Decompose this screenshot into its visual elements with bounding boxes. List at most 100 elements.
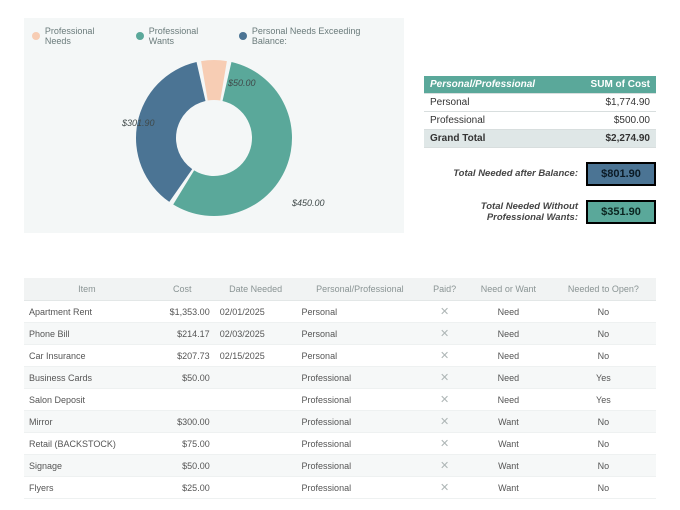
expenses-table: ItemCostDate NeededPersonal/Professional…: [24, 278, 656, 499]
total-without-wants-row: Total Needed Without Professional Wants:…: [424, 200, 656, 224]
cell-pp: Professional: [297, 389, 424, 411]
cell-nto: Yes: [551, 389, 656, 411]
table-row: Signage$50.00 Professional ✕ WantNo: [24, 455, 656, 477]
cell-date: 02/01/2025: [215, 301, 297, 323]
x-icon: ✕: [440, 415, 449, 428]
total-after-balance-label: Total Needed after Balance:: [453, 168, 578, 179]
total-after-balance-row: Total Needed after Balance: $801.90: [424, 162, 656, 186]
grand-total-label: Grand Total: [424, 130, 568, 148]
cell-item: Car Insurance: [24, 345, 150, 367]
cell-date: [215, 411, 297, 433]
cell-nto: No: [551, 455, 656, 477]
table-header: Paid?: [423, 278, 466, 301]
cell-nto: No: [551, 301, 656, 323]
cell-nw: Need: [466, 367, 551, 389]
cell-nw: Need: [466, 323, 551, 345]
cell-paid: ✕: [423, 389, 466, 411]
cell-date: 02/03/2025: [215, 323, 297, 345]
x-icon: ✕: [440, 459, 449, 472]
summary-header-left: Personal/Professional: [424, 76, 568, 94]
chart-legend: Professional Needs Professional Wants Pers…: [32, 26, 396, 46]
summary-row: Personal$1,774.90: [424, 94, 656, 112]
cell-pp: Professional: [297, 477, 424, 499]
legend-swatch: [32, 32, 40, 40]
cell-item: Phone Bill: [24, 323, 150, 345]
grand-total-value: $2,274.90: [568, 130, 656, 148]
cell-paid: ✕: [423, 367, 466, 389]
cell-nw: Want: [466, 455, 551, 477]
donut-chart-panel: Professional Needs Professional Wants Pers…: [24, 18, 404, 233]
cell-paid: ✕: [423, 345, 466, 367]
cell-nto: No: [551, 323, 656, 345]
legend-item: Professional Wants: [136, 26, 225, 46]
summary-row-value: $500.00: [568, 112, 656, 130]
cell-cost: $50.00: [150, 367, 215, 389]
legend-swatch: [136, 32, 144, 40]
cell-cost: $75.00: [150, 433, 215, 455]
cell-nto: Yes: [551, 367, 656, 389]
total-without-wants-label: Total Needed Without Professional Wants:: [448, 201, 578, 224]
cell-nw: Want: [466, 477, 551, 499]
legend-swatch: [239, 32, 247, 40]
cell-cost: $214.17: [150, 323, 215, 345]
cell-item: Salon Deposit: [24, 389, 150, 411]
summary-header-right: SUM of Cost: [568, 76, 656, 94]
cell-nto: No: [551, 477, 656, 499]
cell-cost: $207.73: [150, 345, 215, 367]
cell-item: Mirror: [24, 411, 150, 433]
cell-date: [215, 389, 297, 411]
table-header: Item: [24, 278, 150, 301]
table-header: Needed to Open?: [551, 278, 656, 301]
cell-pp: Professional: [297, 455, 424, 477]
slice-label: $301.90: [122, 118, 155, 128]
table-row: Flyers$25.00 Professional ✕ WantNo: [24, 477, 656, 499]
slice-label: $50.00: [228, 78, 256, 88]
table-header: Need or Want: [466, 278, 551, 301]
cell-pp: Professional: [297, 367, 424, 389]
cell-nw: Want: [466, 433, 551, 455]
table-row: Salon Deposit Professional✕NeedYes: [24, 389, 656, 411]
cell-date: [215, 477, 297, 499]
table-row: Mirror$300.00 Professional ✕ WantNo: [24, 411, 656, 433]
cell-nw: Want: [466, 411, 551, 433]
legend-label: Professional Needs: [45, 26, 122, 46]
cell-cost: [150, 389, 215, 411]
cell-nw: Need: [466, 345, 551, 367]
cell-paid: ✕: [423, 323, 466, 345]
cell-nto: No: [551, 433, 656, 455]
x-icon: ✕: [440, 327, 449, 340]
table-header: Date Needed: [215, 278, 297, 301]
cell-nw: Need: [466, 389, 551, 411]
summary-grand-total: Grand Total$2,274.90: [424, 130, 656, 148]
x-icon: ✕: [440, 481, 449, 494]
summary-table: Personal/Professional SUM of Cost Person…: [424, 76, 656, 148]
cell-pp: Professional: [297, 411, 424, 433]
table-header: Personal/Professional: [297, 278, 424, 301]
cell-item: Apartment Rent: [24, 301, 150, 323]
cell-cost: $300.00: [150, 411, 215, 433]
table-header: Cost: [150, 278, 215, 301]
cell-date: 02/15/2025: [215, 345, 297, 367]
x-icon: ✕: [440, 437, 449, 450]
cell-paid: ✕: [423, 301, 466, 323]
cell-pp: Personal: [297, 345, 424, 367]
legend-label: Personal Needs Exceeding Balance:: [252, 26, 396, 46]
cell-nto: No: [551, 411, 656, 433]
table-row: Apartment Rent$1,353.0002/01/2025Persona…: [24, 301, 656, 323]
cell-item: Signage: [24, 455, 150, 477]
slice-label: $450.00: [292, 198, 325, 208]
legend-item: Personal Needs Exceeding Balance:: [239, 26, 396, 46]
cell-item: Flyers: [24, 477, 150, 499]
table-row: Business Cards$50.00Professional✕NeedYes: [24, 367, 656, 389]
summary-row: Professional$500.00: [424, 112, 656, 130]
cell-pp: Personal: [297, 301, 424, 323]
summary-row-value: $1,774.90: [568, 94, 656, 112]
cell-date: [215, 433, 297, 455]
total-after-balance-value: $801.90: [586, 162, 656, 186]
cell-cost: $1,353.00: [150, 301, 215, 323]
cell-paid: ✕: [423, 477, 466, 499]
cell-cost: $25.00: [150, 477, 215, 499]
cell-cost: $50.00: [150, 455, 215, 477]
table-row: Retail (BACKSTOCK)$75.00Professional✕Wan…: [24, 433, 656, 455]
summary-row-label: Personal: [424, 94, 568, 112]
